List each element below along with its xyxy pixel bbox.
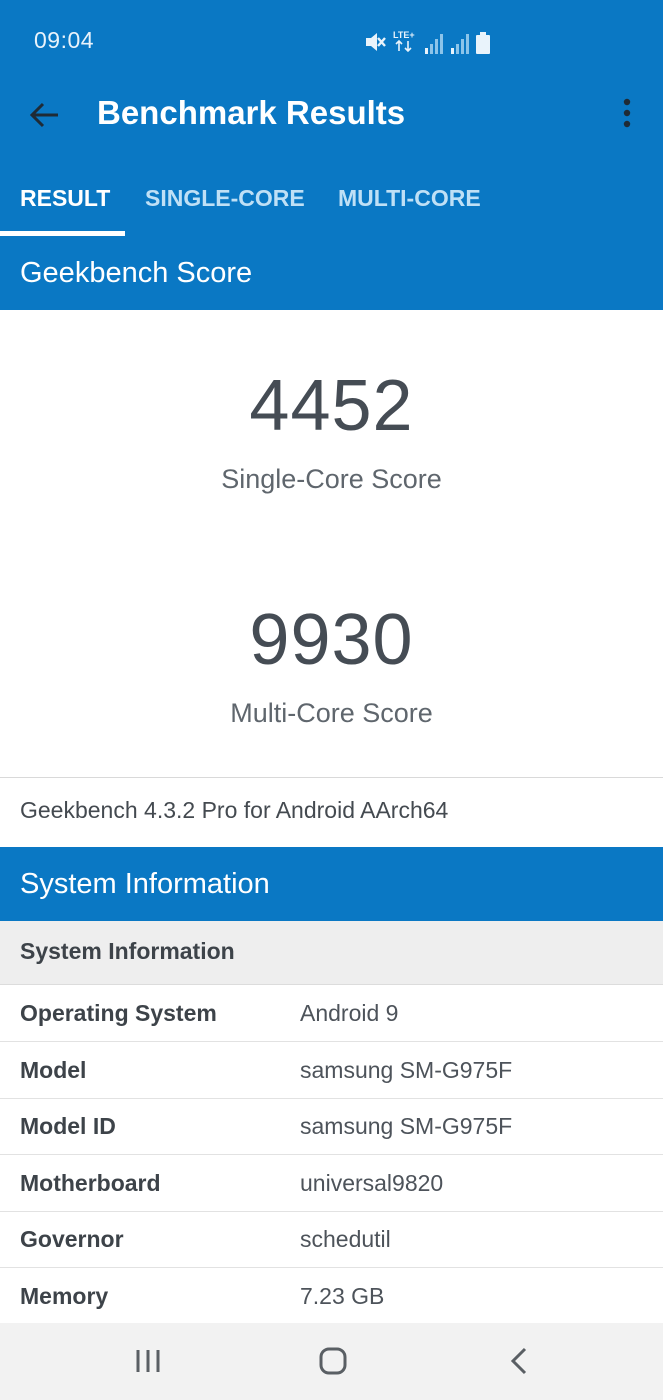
multi-core-score-block: 9930 Multi-Core Score xyxy=(0,604,663,729)
divider xyxy=(0,777,663,778)
row-value: schedutil xyxy=(300,1226,391,1252)
status-icons: LTE+ xyxy=(364,26,490,54)
multi-core-score-value: 9930 xyxy=(249,600,414,680)
table-row: Memory 7.23 GB xyxy=(0,1268,663,1324)
system-nav-bar xyxy=(0,1323,663,1400)
tab-multi-core[interactable]: MULTI-CORE xyxy=(338,160,481,237)
row-key: Motherboard xyxy=(20,1170,161,1196)
status-time: 09:04 xyxy=(34,27,95,53)
row-key: Memory xyxy=(20,1283,109,1309)
lte-plus-icon: LTE+ xyxy=(393,30,415,53)
app-header: 09:04 LTE+ Benchmark Results RESULT SING… xyxy=(0,0,663,237)
table-row: Operating System Android 9 xyxy=(0,985,663,1042)
row-value: samsung SM-G975F xyxy=(300,1113,513,1139)
system-information-header: System Information xyxy=(0,847,663,921)
back-icon[interactable] xyxy=(499,1341,539,1381)
signal-icon xyxy=(451,34,469,54)
subheader-label: System Information xyxy=(20,938,235,964)
status-bar: 09:04 LTE+ xyxy=(0,0,663,80)
tab-indicator xyxy=(0,231,125,236)
row-key: Operating System xyxy=(20,1000,217,1026)
row-key: Model xyxy=(20,1057,87,1083)
single-core-score-label: Single-Core Score xyxy=(221,464,442,494)
overflow-menu-icon[interactable] xyxy=(612,96,642,130)
row-value: Android 9 xyxy=(300,1000,399,1026)
single-core-score-value: 4452 xyxy=(249,366,414,446)
table-row: Motherboard universal9820 xyxy=(0,1155,663,1212)
signal-icon xyxy=(425,34,443,54)
arrow-left-icon[interactable] xyxy=(28,98,62,132)
table-row: Governor schedutil xyxy=(0,1211,663,1268)
single-core-score-block: 4452 Single-Core Score xyxy=(0,370,663,495)
table-row: Model ID samsung SM-G975F xyxy=(0,1098,663,1155)
geekbench-score-header: Geekbench Score xyxy=(0,237,663,310)
lte-plus-label: LTE+ xyxy=(393,30,415,40)
tab-result[interactable]: RESULT xyxy=(20,160,110,237)
system-information-subheader: System Information xyxy=(0,921,663,985)
battery-icon xyxy=(476,32,490,54)
row-key: Governor xyxy=(20,1226,124,1252)
tab-bar: RESULT SINGLE-CORE MULTI-CORE xyxy=(0,160,663,237)
table-row: Model samsung SM-G975F xyxy=(0,1042,663,1099)
home-icon[interactable] xyxy=(313,1341,353,1381)
tab-single-core[interactable]: SINGLE-CORE xyxy=(145,160,305,237)
mute-icon xyxy=(366,33,386,51)
row-value: universal9820 xyxy=(300,1170,444,1196)
row-value: samsung SM-G975F xyxy=(300,1057,513,1083)
section-title: System Information xyxy=(20,868,270,900)
row-value: 7.23 GB xyxy=(300,1283,385,1309)
section-title: Geekbench Score xyxy=(20,257,253,289)
page-title: Benchmark Results xyxy=(97,94,406,131)
row-key: Model ID xyxy=(20,1113,116,1139)
multi-core-score-label: Multi-Core Score xyxy=(230,698,433,728)
recent-apps-icon[interactable] xyxy=(128,1341,168,1381)
version-text: Geekbench 4.3.2 Pro for Android AArch64 xyxy=(20,797,449,823)
toolbar: Benchmark Results xyxy=(0,80,663,160)
